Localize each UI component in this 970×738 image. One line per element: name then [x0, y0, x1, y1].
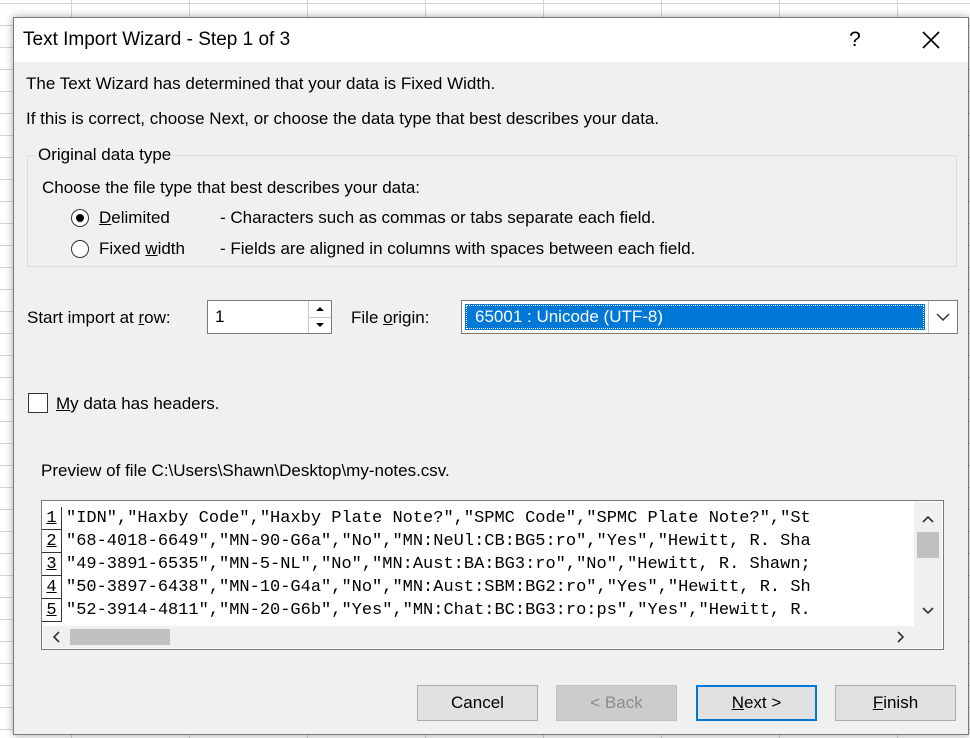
vertical-scrollbar[interactable]: [914, 502, 942, 626]
preview-row-number: 4: [42, 576, 62, 599]
vertical-scroll-thumb[interactable]: [917, 532, 939, 558]
help-button[interactable]: ?: [840, 22, 870, 58]
chevron-down-icon: [936, 313, 950, 322]
headers-checkbox-label[interactable]: My data has headers.: [56, 394, 220, 414]
group-description: Choose the file type that best describes…: [42, 178, 421, 197]
next-button[interactable]: Next >: [696, 685, 817, 721]
text-import-wizard-dialog: Text Import Wizard - Step 1 of 3 ? The T…: [13, 17, 969, 735]
close-icon: [922, 31, 940, 49]
file-origin-label: File origin:: [351, 308, 430, 327]
scroll-down-icon: [922, 607, 934, 615]
radio-label-delimited[interactable]: Delimited: [99, 208, 170, 228]
preview-row-text: "IDN","Haxby Code","Haxby Plate Note?","…: [66, 509, 811, 528]
preview-row-number: 2: [42, 530, 62, 553]
radio-label-fixed-width[interactable]: Fixed width: [99, 239, 185, 259]
file-origin-dropdown-button[interactable]: [928, 301, 957, 333]
preview-label: Preview of file C:\Users\Shawn\Desktop\m…: [41, 461, 450, 480]
group-legend: Original data type: [35, 145, 175, 165]
detection-message: The Text Wizard has determined that your…: [26, 74, 496, 93]
preview-rows: 1 "IDN","Haxby Code","Haxby Plate Note?"…: [42, 507, 915, 625]
instruction-message: If this is correct, choose Next, or choo…: [26, 109, 660, 128]
start-row-input[interactable]: [208, 301, 313, 333]
scrollbar-corner: [914, 626, 942, 648]
preview-pane: 1 "IDN","Haxby Code","Haxby Plate Note?"…: [41, 500, 944, 650]
start-row-label: Start import at row:: [27, 308, 171, 327]
close-button[interactable]: [902, 20, 960, 60]
horizontal-scrollbar[interactable]: [43, 626, 914, 648]
radio-description-fixed-width: - Fields are aligned in columns with spa…: [220, 239, 696, 258]
start-row-spinner: [207, 300, 332, 334]
dialog-title: Text Import Wizard - Step 1 of 3: [23, 29, 291, 50]
radio-description-delimited: - Characters such as commas or tabs sepa…: [220, 208, 656, 227]
spin-up-button[interactable]: [309, 301, 331, 318]
title-bar: Text Import Wizard - Step 1 of 3 ?: [14, 18, 968, 62]
preview-row-text: "50-3897-6438","MN-10-G4a","No","MN:Aust…: [66, 578, 811, 597]
scroll-left-icon: [52, 631, 60, 643]
spin-down-button[interactable]: [309, 317, 331, 333]
scroll-down-button[interactable]: [914, 598, 942, 624]
radio-button-delimited[interactable]: [71, 209, 89, 227]
preview-row-number: 5: [42, 599, 62, 622]
scroll-right-button[interactable]: [890, 626, 912, 648]
scroll-up-icon: [922, 515, 934, 523]
back-button: < Back: [556, 685, 677, 721]
preview-row-number: 3: [42, 553, 62, 576]
scroll-left-button[interactable]: [45, 626, 67, 648]
scroll-right-icon: [897, 631, 905, 643]
preview-row-text: "49-3891-6535","MN-5-NL","No","MN:Aust:B…: [66, 555, 811, 574]
file-origin-dropdown[interactable]: 65001 : Unicode (UTF-8): [461, 300, 958, 334]
preview-row-number: 1: [42, 507, 62, 530]
preview-row-text: "52-3914-4811","MN-20-G6b","Yes","MN:Cha…: [66, 601, 811, 620]
original-data-type-group: Original data type Choose the file type …: [27, 145, 957, 267]
finish-button[interactable]: Finish: [835, 685, 956, 721]
scroll-up-button[interactable]: [914, 506, 942, 532]
spinner-buttons: [308, 301, 331, 333]
headers-checkbox[interactable]: [28, 393, 48, 413]
spin-up-icon: [316, 307, 324, 311]
horizontal-scroll-thumb[interactable]: [70, 629, 170, 645]
radio-button-fixed-width[interactable]: [71, 240, 89, 258]
file-origin-value[interactable]: 65001 : Unicode (UTF-8): [465, 304, 925, 330]
cancel-button[interactable]: Cancel: [417, 685, 538, 721]
preview-row-text: "68-4018-6649","MN-90-G6a","No","MN:NeUl…: [66, 532, 811, 551]
spin-down-icon: [316, 323, 324, 327]
